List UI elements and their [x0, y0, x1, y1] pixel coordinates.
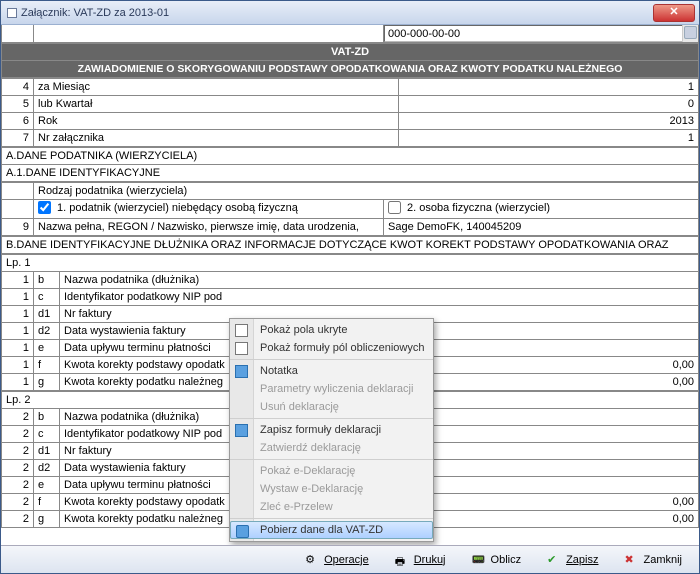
r7-label: Nr załącznika — [34, 130, 399, 147]
r7-n: 7 — [2, 130, 34, 147]
kind-block: Rodzaj podatnika (wierzyciela) 1. podatn… — [1, 182, 699, 236]
attachment-window: Załącznik: VAT-ZD za 2013-01 ✕ 1 1 Ident… — [0, 0, 700, 574]
section-a: A.DANE PODATNIKA (WIERZYCIELA) A.1.DANE … — [1, 147, 699, 182]
l1b-t[interactable]: Nazwa podatnika (dłużnika) — [60, 272, 699, 289]
l1d2-c: d2 — [34, 323, 60, 340]
save-button[interactable]: ✔Zapisz — [538, 550, 607, 570]
system-icon — [7, 8, 17, 18]
row-1: 1 Identyfikator podatkowy NIP podatnika … — [1, 25, 699, 43]
r4-val[interactable]: 1 — [399, 79, 699, 96]
check-icon: ✔ — [547, 553, 561, 567]
period-group: 4za Miesiąc1 5lub Kwartał0 6Rok2013 7Nr … — [1, 78, 699, 147]
database-icon — [236, 525, 249, 538]
l1c-c: c — [34, 289, 60, 306]
r6-label: Rok — [34, 113, 399, 130]
l2g-t: Kwota korekty podatku należneg — [60, 511, 234, 528]
kind-opt2-label: 2. osoba fizyczna (wierzyciel) — [407, 202, 550, 214]
form-content: 1 1 Identyfikator podatkowy NIP podatnik… — [1, 25, 699, 545]
checkbox-icon — [235, 342, 248, 355]
r4-label: za Miesiąc — [34, 79, 399, 96]
window-title: Załącznik: VAT-ZD za 2013-01 — [21, 7, 169, 19]
section-a1-title: A.1.DANE IDENTYFIKACYJNE — [2, 165, 699, 182]
menu-sep3 — [230, 459, 433, 460]
gear-icon: ⚙ — [305, 553, 319, 567]
kind-opt2-cell[interactable]: 2. osoba fizyczna (wierzyciel) — [384, 200, 699, 219]
header-subtitle: ZAWIADOMIENIE O SKORYGOWANIU PODSTAWY OP… — [2, 61, 699, 78]
l2f-c: f — [34, 494, 60, 511]
calculate-button[interactable]: 📟Oblicz — [463, 550, 531, 570]
close-bottom-button[interactable]: ✖Zamknij — [615, 550, 691, 570]
menu-sep — [230, 359, 433, 360]
l2g-c: g — [34, 511, 60, 528]
note-icon — [235, 365, 248, 378]
operations-button[interactable]: ⚙Operacje — [296, 550, 378, 570]
r4-n: 4 — [2, 79, 34, 96]
l2e-c: e — [34, 477, 60, 494]
r9-label: Nazwa pełna, REGON / Nazwisko, pierwsze … — [34, 219, 384, 236]
menu-save-formulas[interactable]: Zapisz formuły deklaracji — [230, 421, 433, 439]
menu-delete: Usuń deklarację — [230, 398, 433, 416]
menu-fetch-vatzd[interactable]: Pobierz dane dla VAT-ZD — [230, 521, 433, 539]
section-b-title: B.DANE IDENTYFIKACYJNE DŁUŻNIKA ORAZ INF… — [2, 237, 699, 254]
l1f-t: Kwota korekty podstawy opodatk — [60, 357, 234, 374]
x-icon: ✖ — [624, 553, 638, 567]
kind-opt1-cell[interactable]: 1. podatnik (wierzyciel) niebędący osobą… — [34, 200, 384, 219]
nip-input[interactable] — [384, 25, 698, 42]
kind-blank — [2, 183, 34, 200]
titlebar[interactable]: Załącznik: VAT-ZD za 2013-01 ✕ — [1, 1, 699, 25]
context-menu[interactable]: Pokaż pola ukryte Pokaż formuły pól obli… — [229, 318, 434, 542]
kind-label: Rodzaj podatnika (wierzyciela) — [34, 183, 699, 200]
menu-issue-edecl: Wystaw e-Deklarację — [230, 480, 433, 498]
lp1-title: Lp. 1 — [2, 255, 699, 272]
menu-show-formulas[interactable]: Pokaż formuły pól obliczeniowych — [230, 339, 433, 357]
r5-n: 5 — [2, 96, 34, 113]
r6-n: 6 — [2, 113, 34, 130]
r6-val[interactable]: 2013 — [399, 113, 699, 130]
row-1-label: Identyfikator podatkowy NIP podatnika (w… — [34, 25, 384, 43]
row-1-value-cell[interactable] — [384, 25, 699, 43]
r5-val[interactable]: 0 — [399, 96, 699, 113]
menu-approve: Zatwierdź deklarację — [230, 439, 433, 457]
l1f-c: f — [34, 357, 60, 374]
l2d2-c: d2 — [34, 460, 60, 477]
r5-label: lub Kwartał — [34, 96, 399, 113]
close-icon: ✕ — [669, 6, 678, 18]
menu-note[interactable]: Notatka — [230, 362, 433, 380]
kind-opt1-check[interactable] — [38, 201, 51, 214]
print-button[interactable]: 🖶Drukuj — [386, 550, 455, 570]
menu-sep2 — [230, 418, 433, 419]
l1d1-c: d1 — [34, 306, 60, 323]
menu-show-edecl: Pokaż e-Deklarację — [230, 462, 433, 480]
header-title: VAT-ZD — [2, 44, 699, 61]
kind-blank2 — [2, 200, 34, 219]
l2d1-c: d1 — [34, 443, 60, 460]
l1e-c: e — [34, 340, 60, 357]
section-b: B.DANE IDENTYFIKACYJNE DŁUŻNIKA ORAZ INF… — [1, 236, 699, 254]
r9-n: 9 — [2, 219, 34, 236]
save-icon — [235, 424, 248, 437]
menu-show-hidden[interactable]: Pokaż pola ukryte — [230, 321, 433, 339]
kind-opt1-label: 1. podatnik (wierzyciel) niebędący osobą… — [57, 202, 298, 214]
l1c-t[interactable]: Identyfikator podatkowy NIP pod — [60, 289, 699, 306]
printer-icon: 🖶 — [395, 553, 409, 567]
bottom-toolbar: ⚙Operacje 🖶Drukuj 📟Oblicz ✔Zapisz ✖Zamkn… — [1, 545, 699, 573]
menu-sep4 — [230, 518, 433, 519]
kind-opt2-check[interactable] — [388, 201, 401, 214]
row1-scroll[interactable] — [682, 25, 698, 42]
menu-params: Parametry wyliczenia deklaracji — [230, 380, 433, 398]
menu-etransfer: Zleć e-Przelew — [230, 498, 433, 516]
r7-val[interactable]: 1 — [399, 130, 699, 147]
calc-icon: 📟 — [472, 553, 486, 567]
l1g-c: g — [34, 374, 60, 391]
section-a-title: A.DANE PODATNIKA (WIERZYCIELA) — [2, 148, 699, 165]
l2f-t: Kwota korekty podstawy opodatk — [60, 494, 234, 511]
l2c-c: c — [34, 426, 60, 443]
header-block: VAT-ZD ZAWIADOMIENIE O SKORYGOWANIU PODS… — [1, 43, 699, 78]
l1b-c: b — [34, 272, 60, 289]
l1g-t: Kwota korekty podatku należneg — [60, 374, 234, 391]
close-button[interactable]: ✕ — [653, 4, 695, 22]
l2b-c: b — [34, 409, 60, 426]
checkbox-icon — [235, 324, 248, 337]
r9-val[interactable]: Sage DemoFK, 140045209 — [384, 219, 699, 236]
